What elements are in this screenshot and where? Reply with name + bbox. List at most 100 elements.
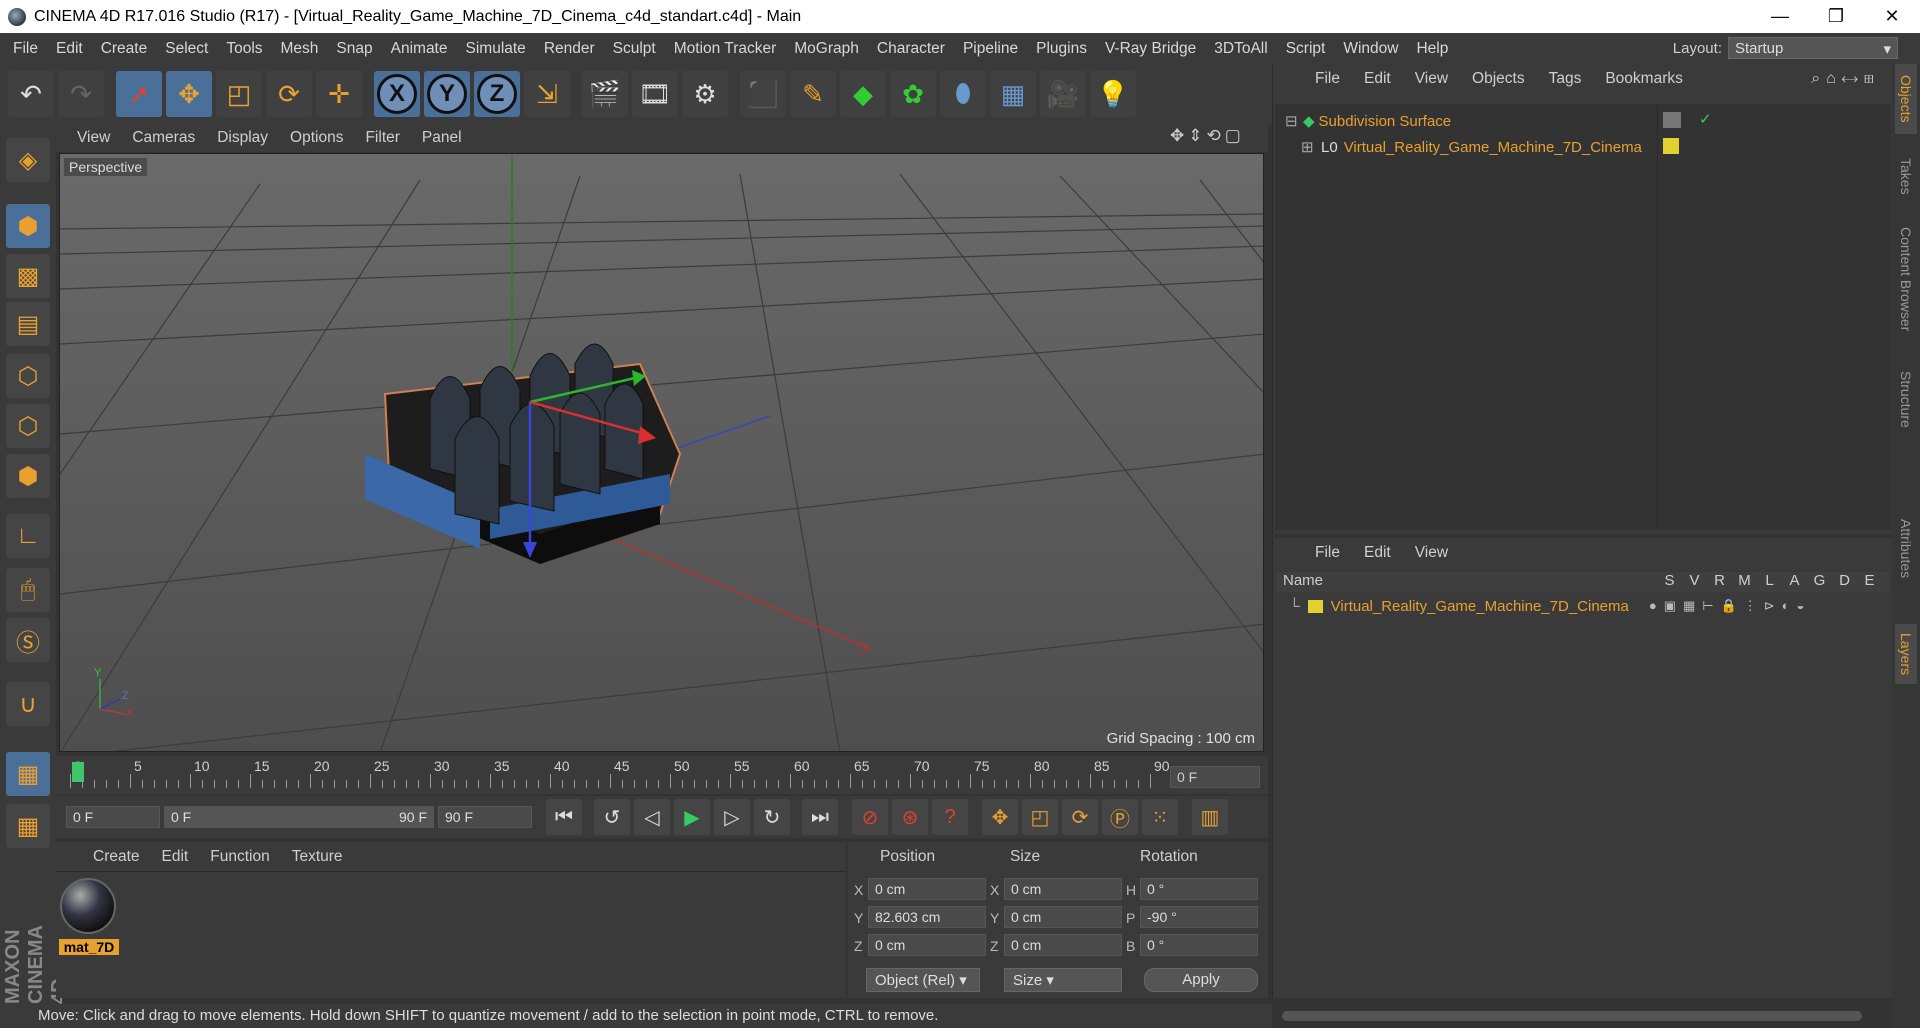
menu-sculpt[interactable]: Sculpt <box>604 40 665 58</box>
layer-menu-view[interactable]: View <box>1403 544 1460 562</box>
menu-help[interactable]: Help <box>1407 40 1457 58</box>
menu-mesh[interactable]: Mesh <box>272 40 328 58</box>
layout-dropdown[interactable]: Startup ▾ <box>1728 37 1898 59</box>
polygons-mode-button[interactable]: ⬢ <box>6 454 50 498</box>
menu-3dtoall[interactable]: 3DToAll <box>1205 40 1276 58</box>
object-menu-edit[interactable]: Edit <box>1352 70 1403 88</box>
redo-button[interactable]: ↷ <box>58 71 104 117</box>
tree-expand-icon[interactable]: ⊞ <box>1301 138 1315 156</box>
menu-animate[interactable]: Animate <box>382 40 457 58</box>
model-mode-button[interactable]: ⬢ <box>6 204 50 248</box>
workplane-mode-button[interactable]: ▤ <box>6 302 50 346</box>
menu-window[interactable]: Window <box>1334 40 1407 58</box>
previous-frame-button[interactable]: ◁ <box>634 799 670 835</box>
minimize-icon[interactable]: — <box>1752 0 1808 33</box>
axis-z-button[interactable]: Z <box>474 71 520 117</box>
coord-pos-field[interactable]: 0 cm <box>868 934 986 956</box>
layer-row[interactable]: └ Virtual_Reality_Game_Machine_7D_Cinema… <box>1277 594 1889 618</box>
menu-motion-tracker[interactable]: Motion Tracker <box>665 40 786 58</box>
menu-file[interactable]: File <box>4 40 47 58</box>
object-menu-file[interactable]: File <box>1303 70 1352 88</box>
coordinate-system-button[interactable]: ⇲ <box>524 71 570 117</box>
camera-object-button[interactable]: 🎥 <box>1040 71 1086 117</box>
workplane-lock-button[interactable]: ▦ <box>6 752 50 796</box>
make-editable-button[interactable]: ◈ <box>6 138 50 182</box>
timeline-window-button[interactable]: ▥ <box>1192 799 1228 835</box>
side-tab-layers[interactable]: Layers <box>1895 624 1917 684</box>
goto-end-button[interactable]: ⏭ <box>802 799 838 835</box>
render-settings-button[interactable]: ⚙ <box>682 71 728 117</box>
horizontal-scrollbar[interactable] <box>1272 1004 1892 1028</box>
timeline-ruler[interactable]: 051015202530354045505560657075808590 <box>70 758 1170 790</box>
mograph-cloner-button[interactable]: ✿ <box>890 71 936 117</box>
apply-button[interactable]: Apply <box>1144 968 1258 992</box>
key-position-button[interactable]: ✥ <box>982 799 1018 835</box>
coord-size-field[interactable]: 0 cm <box>1004 878 1122 900</box>
scrollbar-thumb[interactable] <box>1282 1011 1862 1021</box>
play-button[interactable]: ▶ <box>674 799 710 835</box>
close-icon[interactable]: ✕ <box>1864 0 1920 33</box>
layer-menu-file[interactable]: File <box>1303 544 1352 562</box>
key-rotation-button[interactable]: ⟳ <box>1062 799 1098 835</box>
viewport-menu-filter[interactable]: Filter <box>354 129 410 147</box>
menu-simulate[interactable]: Simulate <box>457 40 535 58</box>
viewport-menu-cameras[interactable]: Cameras <box>121 129 206 147</box>
tweak-mode-button[interactable]: 🖱 <box>6 568 50 612</box>
previous-key-button[interactable]: ↺ <box>594 799 630 835</box>
menu-script[interactable]: Script <box>1277 40 1335 58</box>
scale-tool-button[interactable]: ◰ <box>216 71 262 117</box>
object-row-vr-machine[interactable]: ⊞ L0 Virtual_Reality_Game_Machine_7D_Cin… <box>1301 134 1642 160</box>
coord-mode-dropdown[interactable]: Object (Rel) ▾ <box>866 968 980 992</box>
layer-color-swatch[interactable] <box>1307 599 1323 613</box>
tree-collapse-icon[interactable]: ⊟ <box>1285 112 1299 130</box>
side-tab-content-browser[interactable]: Content Browser <box>1895 214 1917 344</box>
texture-mode-button[interactable]: ▩ <box>6 254 50 298</box>
coord-rot-field[interactable]: 0 ° <box>1140 934 1258 956</box>
snap-button[interactable]: ∪ <box>6 682 50 726</box>
key-scale-button[interactable]: ◰ <box>1022 799 1058 835</box>
side-tab-attributes[interactable]: Attributes <box>1895 504 1917 594</box>
viewport-menu-panel[interactable]: Panel <box>411 129 473 147</box>
record-keys-button[interactable]: ⊘ <box>852 799 888 835</box>
viewport-menu-display[interactable]: Display <box>206 129 279 147</box>
side-tab-structure[interactable]: Structure <box>1895 354 1917 444</box>
cube-object-button[interactable]: ⬛ <box>740 71 786 117</box>
menu-v-ray-bridge[interactable]: V-Ray Bridge <box>1096 40 1205 58</box>
coord-rot-field[interactable]: -90 ° <box>1140 906 1258 928</box>
workplane-snap-button[interactable]: ▦ <box>6 804 50 848</box>
key-pla-button[interactable]: ⁙ <box>1142 799 1178 835</box>
key-parameter-button[interactable]: Ⓟ <box>1102 799 1138 835</box>
transform-tool-button[interactable]: ✛ <box>316 71 362 117</box>
viewport-menu-options[interactable]: Options <box>279 129 354 147</box>
material-menu-create[interactable]: Create <box>82 848 151 866</box>
autokey-button[interactable]: ⊛ <box>892 799 928 835</box>
side-tab-takes[interactable]: Takes <box>1895 146 1917 206</box>
next-key-button[interactable]: ↻ <box>754 799 790 835</box>
subdivision-button[interactable]: ◆ <box>840 71 886 117</box>
render-view-button[interactable]: 🎬 <box>582 71 628 117</box>
menu-plugins[interactable]: Plugins <box>1027 40 1096 58</box>
material-thumbnail[interactable] <box>60 878 116 934</box>
object-menu-bookmarks[interactable]: Bookmarks <box>1593 70 1695 88</box>
coord-pos-field[interactable]: 0 cm <box>868 878 986 900</box>
select-tool-button[interactable]: ➚ <box>116 71 162 117</box>
side-tab-objects[interactable]: Objects <box>1895 64 1917 134</box>
light-object-button[interactable]: 💡 <box>1090 71 1136 117</box>
keyframe-selection-button[interactable]: ? <box>932 799 968 835</box>
menu-character[interactable]: Character <box>868 40 954 58</box>
object-menu-objects[interactable]: Objects <box>1460 70 1537 88</box>
object-menu-tags[interactable]: Tags <box>1537 70 1594 88</box>
material-menu-function[interactable]: Function <box>199 848 280 866</box>
solo-mode-button[interactable]: Ⓢ <box>6 618 50 662</box>
goto-start-button[interactable]: ⏮ <box>546 799 582 835</box>
viewport-camera-label[interactable]: Perspective <box>64 158 148 176</box>
start-frame-field[interactable]: 0 F <box>66 806 160 828</box>
menu-mograph[interactable]: MoGraph <box>785 40 868 58</box>
coord-pos-field[interactable]: 82.603 cm <box>868 906 986 928</box>
edges-mode-button[interactable]: ⬡ <box>6 404 50 448</box>
menu-tools[interactable]: Tools <box>217 40 271 58</box>
coord-rot-field[interactable]: 0 ° <box>1140 878 1258 900</box>
undo-button[interactable]: ↶ <box>8 71 54 117</box>
object-row-subdivision[interactable]: ⊟ ◆ Subdivision Surface <box>1285 108 1451 134</box>
check-icon[interactable]: ✓ <box>1699 110 1712 128</box>
